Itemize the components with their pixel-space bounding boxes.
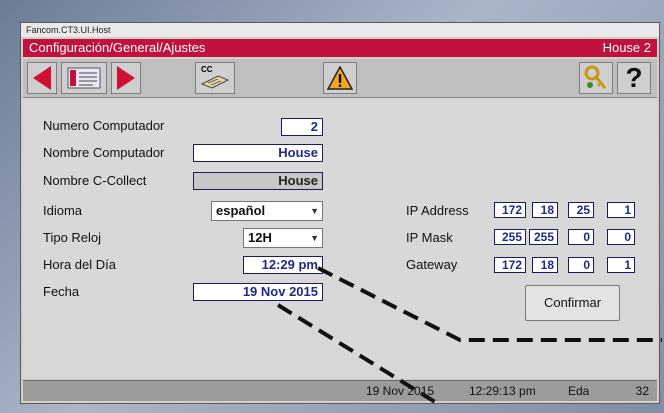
time-callout-line bbox=[317, 266, 662, 342]
callout-lines bbox=[276, 266, 662, 407]
date-callout-line bbox=[276, 303, 442, 407]
